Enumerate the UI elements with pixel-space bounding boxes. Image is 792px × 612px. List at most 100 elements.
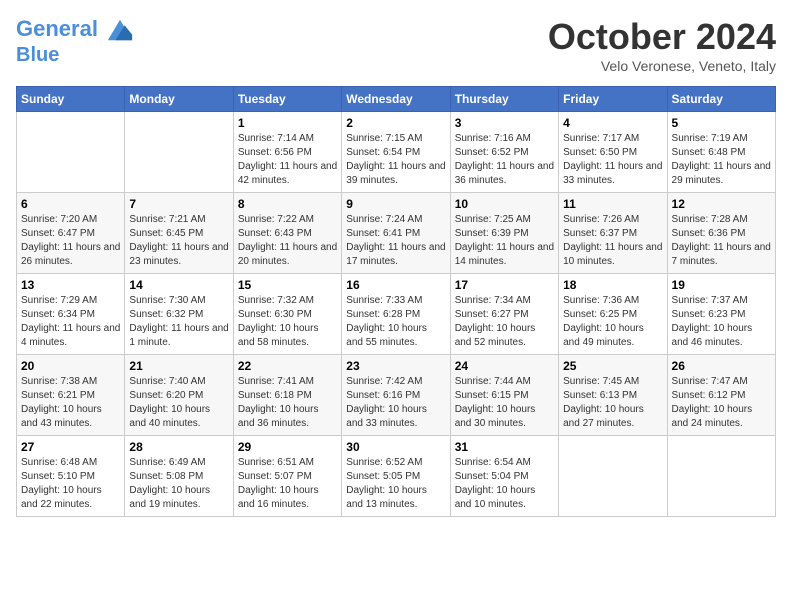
day-number: 3 [455, 116, 554, 130]
day-info: Sunrise: 7:16 AM Sunset: 6:52 PM Dayligh… [455, 132, 554, 188]
day-info: Sunrise: 7:30 AM Sunset: 6:32 PM Dayligh… [129, 294, 228, 350]
day-info: Sunrise: 6:48 AM Sunset: 5:10 PM Dayligh… [21, 456, 120, 512]
day-info: Sunrise: 7:19 AM Sunset: 6:48 PM Dayligh… [672, 132, 771, 188]
day-info: Sunrise: 7:40 AM Sunset: 6:20 PM Dayligh… [129, 375, 228, 431]
calendar-cell [17, 112, 125, 193]
day-info: Sunrise: 7:14 AM Sunset: 6:56 PM Dayligh… [238, 132, 337, 188]
day-number: 27 [21, 440, 120, 454]
calendar-table: SundayMondayTuesdayWednesdayThursdayFrid… [16, 86, 776, 517]
logo: General Blue [16, 16, 134, 66]
calendar-cell: 29Sunrise: 6:51 AM Sunset: 5:07 PM Dayli… [233, 436, 341, 517]
day-header-saturday: Saturday [667, 87, 775, 112]
day-number: 18 [563, 278, 662, 292]
day-number: 15 [238, 278, 337, 292]
day-info: Sunrise: 7:17 AM Sunset: 6:50 PM Dayligh… [563, 132, 662, 188]
day-info: Sunrise: 7:22 AM Sunset: 6:43 PM Dayligh… [238, 213, 337, 269]
day-number: 5 [672, 116, 771, 130]
title-block: October 2024 Velo Veronese, Veneto, Ital… [548, 16, 776, 74]
calendar-cell: 1Sunrise: 7:14 AM Sunset: 6:56 PM Daylig… [233, 112, 341, 193]
calendar-cell: 17 Sunrise: 7:34 AM Sunset: 6:27 PM Dayli… [450, 274, 558, 355]
day-number: 25 [563, 359, 662, 373]
day-info: Sunrise: 7:20 AM Sunset: 6:47 PM Dayligh… [21, 213, 120, 269]
calendar-cell: 13 Sunrise: 7:29 AM Sunset: 6:34 PM Dayli… [17, 274, 125, 355]
calendar-cell: 10Sunrise: 7:25 AM Sunset: 6:39 PM Dayli… [450, 193, 558, 274]
day-info: Sunrise: 7:38 AM Sunset: 6:21 PM Dayligh… [21, 375, 120, 431]
day-info: Sunrise: 7:37 AM Sunset: 6:23 PM Dayligh… [672, 294, 771, 350]
day-info: Sunrise: 7:28 AM Sunset: 6:36 PM Dayligh… [672, 213, 771, 269]
week-row-3: 13 Sunrise: 7:29 AM Sunset: 6:34 PM Dayli… [17, 274, 776, 355]
calendar-cell: 11Sunrise: 7:26 AM Sunset: 6:37 PM Dayli… [559, 193, 667, 274]
calendar-cell: 4 Sunrise: 7:17 AM Sunset: 6:50 PM Daylig… [559, 112, 667, 193]
day-header-sunday: Sunday [17, 87, 125, 112]
calendar-cell: 31Sunrise: 6:54 AM Sunset: 5:04 PM Dayli… [450, 436, 558, 517]
calendar-cell: 6 Sunrise: 7:20 AM Sunset: 6:47 PM Daylig… [17, 193, 125, 274]
day-header-thursday: Thursday [450, 87, 558, 112]
calendar-cell [559, 436, 667, 517]
calendar-cell: 2 Sunrise: 7:15 AM Sunset: 6:54 PM Daylig… [342, 112, 450, 193]
day-info: Sunrise: 7:33 AM Sunset: 6:28 PM Dayligh… [346, 294, 445, 350]
day-number: 22 [238, 359, 337, 373]
week-row-2: 6 Sunrise: 7:20 AM Sunset: 6:47 PM Daylig… [17, 193, 776, 274]
calendar-cell: 21 Sunrise: 7:40 AM Sunset: 6:20 PM Dayli… [125, 355, 233, 436]
day-number: 8 [238, 197, 337, 211]
day-number: 19 [672, 278, 771, 292]
day-number: 24 [455, 359, 554, 373]
day-header-wednesday: Wednesday [342, 87, 450, 112]
calendar-cell: 7 Sunrise: 7:21 AM Sunset: 6:45 PM Daylig… [125, 193, 233, 274]
day-info: Sunrise: 7:24 AM Sunset: 6:41 PM Dayligh… [346, 213, 445, 269]
day-info: Sunrise: 7:15 AM Sunset: 6:54 PM Dayligh… [346, 132, 445, 188]
day-number: 11 [563, 197, 662, 211]
day-info: Sunrise: 7:41 AM Sunset: 6:18 PM Dayligh… [238, 375, 337, 431]
day-info: Sunrise: 7:32 AM Sunset: 6:30 PM Dayligh… [238, 294, 337, 350]
day-number: 16 [346, 278, 445, 292]
week-row-5: 27 Sunrise: 6:48 AM Sunset: 5:10 PM Dayli… [17, 436, 776, 517]
day-info: Sunrise: 6:52 AM Sunset: 5:05 PM Dayligh… [346, 456, 445, 512]
calendar-cell: 9 Sunrise: 7:24 AM Sunset: 6:41 PM Daylig… [342, 193, 450, 274]
calendar-cell: 20 Sunrise: 7:38 AM Sunset: 6:21 PM Dayli… [17, 355, 125, 436]
logo-text: General [16, 16, 134, 44]
days-header-row: SundayMondayTuesdayWednesdayThursdayFrid… [17, 87, 776, 112]
calendar-cell: 8 Sunrise: 7:22 AM Sunset: 6:43 PM Daylig… [233, 193, 341, 274]
day-info: Sunrise: 7:36 AM Sunset: 6:25 PM Dayligh… [563, 294, 662, 350]
day-header-friday: Friday [559, 87, 667, 112]
week-row-4: 20 Sunrise: 7:38 AM Sunset: 6:21 PM Dayli… [17, 355, 776, 436]
day-number: 29 [238, 440, 337, 454]
day-number: 7 [129, 197, 228, 211]
day-number: 4 [563, 116, 662, 130]
day-header-monday: Monday [125, 87, 233, 112]
day-info: Sunrise: 7:29 AM Sunset: 6:34 PM Dayligh… [21, 294, 120, 350]
calendar-cell: 24 Sunrise: 7:44 AM Sunset: 6:15 PM Dayli… [450, 355, 558, 436]
calendar-cell [667, 436, 775, 517]
day-info: Sunrise: 7:44 AM Sunset: 6:15 PM Dayligh… [455, 375, 554, 431]
day-info: Sunrise: 6:49 AM Sunset: 5:08 PM Dayligh… [129, 456, 228, 512]
location: Velo Veronese, Veneto, Italy [548, 58, 776, 74]
day-number: 9 [346, 197, 445, 211]
day-number: 14 [129, 278, 228, 292]
logo-line2: Blue [16, 44, 134, 66]
day-number: 20 [21, 359, 120, 373]
day-number: 31 [455, 440, 554, 454]
day-number: 23 [346, 359, 445, 373]
day-number: 17 [455, 278, 554, 292]
calendar-cell: 18 Sunrise: 7:36 AM Sunset: 6:25 PM Dayli… [559, 274, 667, 355]
calendar-cell: 19 Sunrise: 7:37 AM Sunset: 6:23 PM Dayli… [667, 274, 775, 355]
day-info: Sunrise: 7:47 AM Sunset: 6:12 PM Dayligh… [672, 375, 771, 431]
day-number: 2 [346, 116, 445, 130]
day-number: 6 [21, 197, 120, 211]
day-number: 30 [346, 440, 445, 454]
calendar-cell: 28 Sunrise: 6:49 AM Sunset: 5:08 PM Dayli… [125, 436, 233, 517]
day-number: 12 [672, 197, 771, 211]
day-info: Sunrise: 7:21 AM Sunset: 6:45 PM Dayligh… [129, 213, 228, 269]
month-title: October 2024 [548, 16, 776, 58]
day-header-tuesday: Tuesday [233, 87, 341, 112]
day-info: Sunrise: 7:45 AM Sunset: 6:13 PM Dayligh… [563, 375, 662, 431]
calendar-cell: 23Sunrise: 7:42 AM Sunset: 6:16 PM Dayli… [342, 355, 450, 436]
calendar-cell [125, 112, 233, 193]
calendar-cell: 22 Sunrise: 7:41 AM Sunset: 6:18 PM Dayli… [233, 355, 341, 436]
day-number: 13 [21, 278, 120, 292]
calendar-cell: 12 Sunrise: 7:28 AM Sunset: 6:36 PM Dayli… [667, 193, 775, 274]
day-number: 28 [129, 440, 228, 454]
calendar-cell: 26Sunrise: 7:47 AM Sunset: 6:12 PM Dayli… [667, 355, 775, 436]
day-info: Sunrise: 7:34 AM Sunset: 6:27 PM Dayligh… [455, 294, 554, 350]
day-number: 21 [129, 359, 228, 373]
